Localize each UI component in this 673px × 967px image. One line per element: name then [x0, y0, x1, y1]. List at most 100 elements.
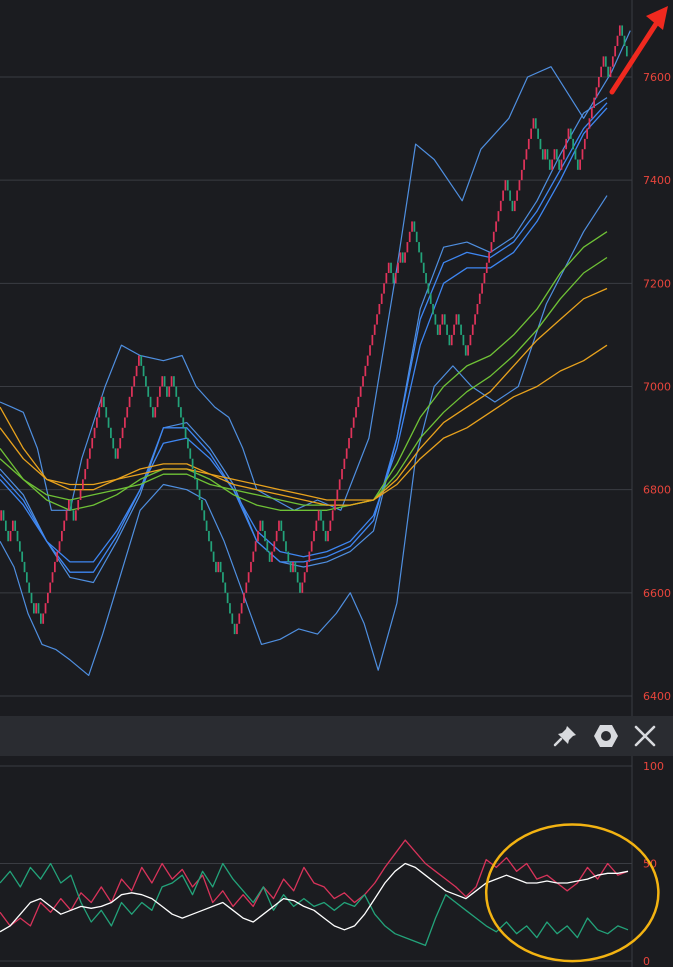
- renko-up-brick: [46, 592, 49, 604]
- renko-up-brick: [371, 334, 374, 346]
- oscillator-grid: [0, 756, 633, 967]
- renko-up-brick: [250, 561, 252, 573]
- renko-up-brick: [481, 283, 483, 294]
- renko-down-brick: [194, 469, 196, 480]
- renko-up-brick: [63, 520, 66, 531]
- renko-up-brick: [497, 211, 500, 222]
- close-button[interactable]: [631, 722, 659, 750]
- renko-up-brick: [133, 376, 136, 387]
- renko-up-brick: [35, 603, 38, 614]
- moving-average-line: [0, 256, 608, 506]
- renko-down-brick: [152, 407, 154, 418]
- renko-up-brick: [611, 56, 614, 67]
- renko-down-brick: [555, 149, 558, 160]
- renko-down-brick: [201, 499, 203, 511]
- renko-down-brick: [219, 561, 222, 573]
- renko-up-brick: [128, 396, 131, 408]
- renko-up-brick: [597, 77, 600, 88]
- renko-up-brick: [96, 417, 98, 428]
- renko-down-brick: [539, 138, 542, 150]
- renko-down-brick: [32, 603, 35, 614]
- renko-down-brick: [429, 293, 432, 304]
- renko-up-brick: [329, 520, 332, 531]
- renko-up-brick: [376, 314, 378, 325]
- renko-up-brick: [9, 530, 12, 542]
- renko-up-brick: [411, 221, 413, 232]
- renko-up-brick: [614, 46, 617, 57]
- renko-down-brick: [166, 386, 168, 397]
- renko-up-brick: [65, 510, 68, 521]
- renko-down-brick: [420, 252, 423, 263]
- renko-down-brick: [607, 66, 610, 77]
- renko-up-brick: [138, 355, 140, 366]
- renko-up-brick: [75, 510, 77, 521]
- renko-down-brick: [534, 118, 537, 129]
- renko-down-brick: [287, 551, 290, 562]
- renko-down-brick: [196, 479, 199, 490]
- renko-down-brick: [14, 520, 17, 531]
- renko-down-brick: [30, 592, 33, 604]
- renko-up-brick: [135, 365, 138, 377]
- renko-down-brick: [229, 603, 231, 614]
- renko-up-brick: [544, 149, 546, 160]
- renko-down-brick: [103, 396, 105, 408]
- renko-down-brick: [7, 530, 10, 542]
- pin-button[interactable]: [552, 722, 580, 750]
- renko-down-brick: [215, 561, 217, 573]
- renko-up-brick: [583, 138, 586, 150]
- renko-down-brick: [110, 427, 112, 439]
- renko-up-brick: [11, 520, 14, 531]
- renko-up-brick: [89, 448, 91, 459]
- renko-up-brick: [254, 541, 257, 552]
- renko-down-brick: [210, 541, 213, 552]
- renko-up-brick: [355, 407, 357, 418]
- renko-down-brick: [282, 530, 285, 542]
- renko-down-brick: [187, 438, 189, 449]
- renko-up-brick: [483, 273, 486, 284]
- renko-down-brick: [427, 283, 430, 294]
- renko-down-brick: [226, 592, 229, 604]
- renko-up-brick: [44, 603, 47, 614]
- highlight-ellipse: [484, 823, 660, 963]
- renko-down-brick: [548, 159, 551, 170]
- oscillator-chart[interactable]: 100500: [0, 756, 673, 967]
- renko-down-brick: [457, 314, 460, 325]
- settings-button[interactable]: [592, 722, 620, 750]
- moving-average-line: [0, 107, 608, 563]
- renko-up-brick: [453, 324, 455, 335]
- renko-down-brick: [212, 551, 215, 562]
- renko-down-brick: [175, 386, 178, 397]
- renko-up-brick: [338, 479, 341, 490]
- renko-up-brick: [406, 242, 409, 253]
- renko-up-brick: [357, 396, 360, 408]
- renko-down-brick: [623, 35, 626, 47]
- price-axis: 7600 7400 7200 7000 6800 6600 6400: [643, 71, 671, 703]
- renko-down-brick: [72, 510, 75, 521]
- renko-up-brick: [56, 551, 59, 562]
- renko-down-brick: [625, 46, 628, 57]
- renko-up-brick: [378, 303, 381, 315]
- renko-down-brick: [576, 159, 579, 170]
- renko-up-brick: [315, 520, 318, 531]
- renko-up-brick: [257, 530, 259, 542]
- renko-down-brick: [114, 448, 117, 459]
- renko-down-brick: [432, 303, 434, 315]
- close-icon: [634, 725, 656, 747]
- price-tick-label: 6600: [643, 587, 671, 600]
- renko-up-brick: [609, 66, 612, 77]
- renko-up-brick: [593, 97, 596, 108]
- renko-down-brick: [460, 324, 462, 335]
- renko-down-brick: [401, 252, 404, 263]
- renko-down-brick: [233, 623, 236, 635]
- renko-up-brick: [61, 530, 63, 542]
- renko-up-brick: [345, 448, 348, 459]
- moving-average-line: [0, 287, 608, 506]
- renko-down-brick: [546, 149, 549, 160]
- renko-up-brick: [308, 551, 311, 562]
- renko-up-brick: [490, 242, 493, 253]
- renko-price-chart[interactable]: 7600 7400 7200 7000 6800 6600 6400: [0, 0, 673, 716]
- renko-down-brick: [145, 376, 147, 387]
- renko-down-brick: [511, 200, 514, 212]
- moving-average-line: [0, 344, 608, 501]
- renko-up-brick: [86, 458, 89, 470]
